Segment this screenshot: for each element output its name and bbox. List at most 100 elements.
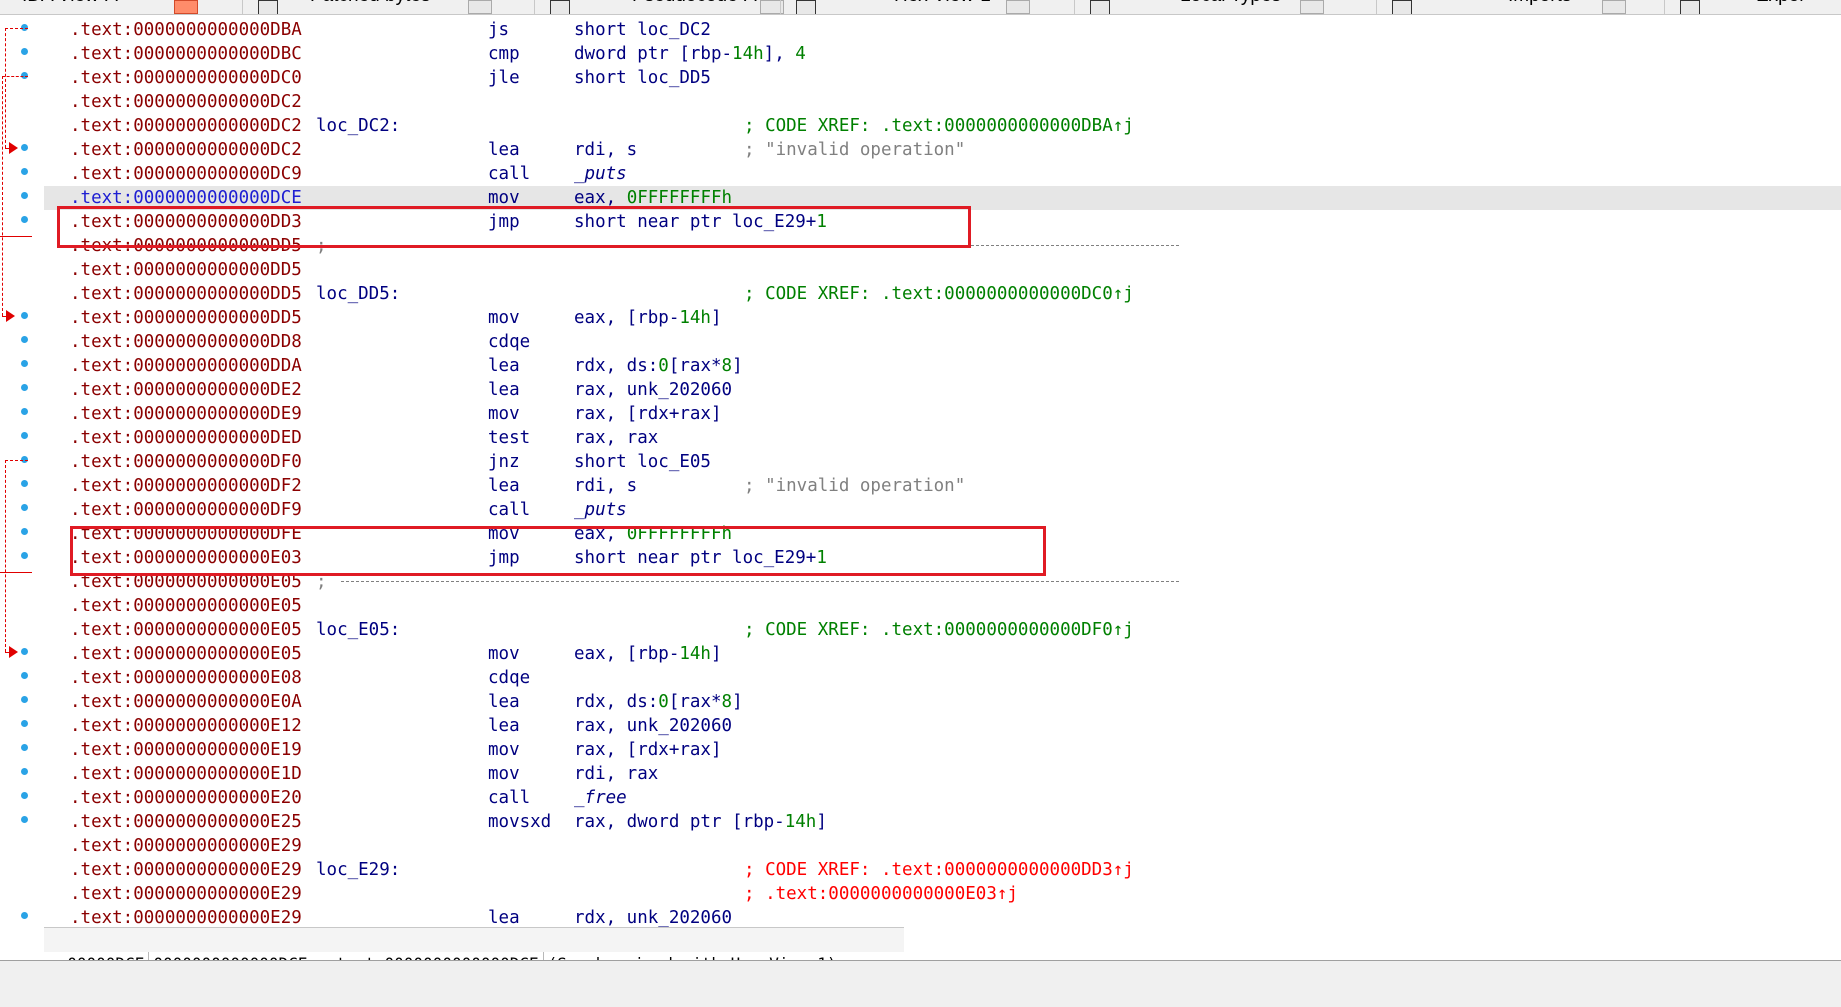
mnemonic[interactable]: mov: [488, 738, 520, 762]
mnemonic[interactable]: cmp: [488, 42, 520, 66]
address[interactable]: .text:0000000000000E1D: [70, 762, 302, 786]
code-label[interactable]: loc_E29:: [316, 858, 400, 882]
mnemonic[interactable]: jnz: [488, 450, 520, 474]
address[interactable]: .text:0000000000000DD5: [70, 282, 302, 306]
operands[interactable]: short loc_E05: [574, 450, 711, 474]
operands[interactable]: _puts: [574, 498, 627, 522]
mnemonic[interactable]: lea: [488, 354, 520, 378]
breakpoint-dot-icon[interactable]: [21, 912, 28, 919]
address[interactable]: .text:0000000000000E12: [70, 714, 302, 738]
address[interactable]: .text:0000000000000E29: [70, 882, 302, 906]
breakpoint-dot-icon[interactable]: [21, 216, 28, 223]
tab-close-icon[interactable]: [1006, 0, 1030, 14]
mnemonic[interactable]: cdqe: [488, 330, 530, 354]
tab-expor[interactable]: Expor: [1670, 0, 1841, 14]
address[interactable]: .text:0000000000000DD5: [70, 258, 302, 282]
breakpoint-dot-icon[interactable]: [21, 312, 28, 319]
code-line[interactable]: .text:0000000000000DF0 jnz short loc_E05: [44, 450, 1841, 474]
code-line[interactable]: .text:0000000000000DDA lea rdx, ds:0[rax*8…: [44, 354, 1841, 378]
breakpoint-dot-icon[interactable]: [21, 720, 28, 727]
mnemonic[interactable]: mov: [488, 642, 520, 666]
code-label-row[interactable]: .text:0000000000000DC2 loc_DC2: ; CODE XRE…: [44, 114, 1841, 138]
tab-close-icon[interactable]: [1602, 0, 1626, 14]
tab-imports[interactable]: Imports: [1382, 0, 1662, 14]
address[interactable]: .text:0000000000000E05: [70, 618, 302, 642]
address[interactable]: .text:0000000000000E29: [70, 834, 302, 858]
breakpoint-dot-icon[interactable]: [21, 648, 28, 655]
address[interactable]: .text:0000000000000DD5: [70, 306, 302, 330]
operands[interactable]: rax, rax: [574, 426, 658, 450]
operands[interactable]: short loc_DC2: [574, 18, 711, 42]
mnemonic[interactable]: jle: [488, 66, 520, 90]
code-line[interactable]: .text:0000000000000DE2 lea rax, unk_202060: [44, 378, 1841, 402]
code-line[interactable]: .text:0000000000000DF9 call _puts: [44, 498, 1841, 522]
breakpoint-dot-icon[interactable]: [21, 432, 28, 439]
breakpoint-dot-icon[interactable]: [21, 144, 28, 151]
code-line[interactable]: .text:0000000000000E29: [44, 834, 1841, 858]
address[interactable]: .text:0000000000000DC2: [70, 90, 302, 114]
address[interactable]: .text:0000000000000E05: [70, 642, 302, 666]
code-line[interactable]: .text:0000000000000E05: [44, 594, 1841, 618]
code-line[interactable]: .text:0000000000000DBC cmp dword ptr [rbp-…: [44, 42, 1841, 66]
address[interactable]: .text:0000000000000E0A: [70, 690, 302, 714]
code-line[interactable]: .text:0000000000000DD5 mov eax, [rbp-14h]: [44, 306, 1841, 330]
tab-patched-bytes[interactable]: Patched bytes: [248, 0, 528, 14]
operands[interactable]: _puts: [574, 162, 627, 186]
address[interactable]: .text:0000000000000DE2: [70, 378, 302, 402]
operands[interactable]: rdx, ds:0[rax*8]: [574, 354, 743, 378]
tab-pseudocode-a[interactable]: Pseudocode-A: [540, 0, 820, 14]
tab-close-icon[interactable]: [468, 0, 492, 14]
address[interactable]: .text:0000000000000DE9: [70, 402, 302, 426]
mnemonic[interactable]: mov: [488, 762, 520, 786]
breakpoint-dot-icon[interactable]: [21, 336, 28, 343]
address[interactable]: .text:0000000000000DBA: [70, 18, 302, 42]
address[interactable]: .text:0000000000000E29: [70, 858, 302, 882]
address[interactable]: .text:0000000000000E25: [70, 810, 302, 834]
code-line[interactable]: .text:0000000000000E12 lea rax, unk_202060: [44, 714, 1841, 738]
mnemonic[interactable]: js: [488, 18, 509, 42]
breakpoint-dot-icon[interactable]: [21, 792, 28, 799]
operands[interactable]: rdi, rax: [574, 762, 658, 786]
code-line[interactable]: .text:0000000000000DE9 mov rax, [rdx+rax]: [44, 402, 1841, 426]
code-line[interactable]: .text:0000000000000E0A lea rdx, ds:0[rax*8…: [44, 690, 1841, 714]
breakpoint-dot-icon[interactable]: [21, 384, 28, 391]
address[interactable]: .text:0000000000000E19: [70, 738, 302, 762]
code-label[interactable]: loc_DD5:: [316, 282, 400, 306]
mnemonic[interactable]: mov: [488, 402, 520, 426]
code-line[interactable]: .text:0000000000000E20 call _free: [44, 786, 1841, 810]
address[interactable]: .text:0000000000000DC2: [70, 138, 302, 162]
code-line[interactable]: .text:0000000000000E05 mov eax, [rbp-14h]: [44, 642, 1841, 666]
address[interactable]: .text:0000000000000E08: [70, 666, 302, 690]
tab-close-icon[interactable]: [1300, 0, 1324, 14]
breakpoint-dot-icon[interactable]: [21, 48, 28, 55]
mnemonic[interactable]: call: [488, 786, 530, 810]
operands[interactable]: short loc_DD5: [574, 66, 711, 90]
operands[interactable]: eax, [rbp-14h]: [574, 642, 722, 666]
code-line[interactable]: .text:0000000000000E08 cdqe: [44, 666, 1841, 690]
address[interactable]: .text:0000000000000DC0: [70, 66, 302, 90]
code-line[interactable]: .text:0000000000000E1D mov rdi, rax: [44, 762, 1841, 786]
breakpoint-dot-icon[interactable]: [21, 408, 28, 415]
code-line[interactable]: .text:0000000000000E25 movsxd rax, dword p…: [44, 810, 1841, 834]
code-line[interactable]: .text:0000000000000DC0 jle short loc_DD5: [44, 66, 1841, 90]
code-line[interactable]: .text:0000000000000DC2 lea rdi, s ; "invali…: [44, 138, 1841, 162]
code-line[interactable]: .text:0000000000000DBA js short loc_DC2: [44, 18, 1841, 42]
address[interactable]: .text:0000000000000DBC: [70, 42, 302, 66]
address[interactable]: .text:0000000000000DF0: [70, 450, 302, 474]
code-line[interactable]: .text:0000000000000DC9 call _puts: [44, 162, 1841, 186]
code-line[interactable]: .text:0000000000000DF2 lea rdi, s ; "invali…: [44, 474, 1841, 498]
operands[interactable]: rdi, s: [574, 474, 637, 498]
operands[interactable]: rax, unk_202060: [574, 378, 732, 402]
breakpoint-dot-icon[interactable]: [21, 672, 28, 679]
address[interactable]: .text:0000000000000DDA: [70, 354, 302, 378]
operands[interactable]: rax, unk_202060: [574, 714, 732, 738]
breakpoint-dot-icon[interactable]: [21, 528, 28, 535]
breakpoint-dot-icon[interactable]: [21, 192, 28, 199]
code-label-row[interactable]: .text:0000000000000E05 loc_E05: ; CODE XRE…: [44, 618, 1841, 642]
breakpoint-dot-icon[interactable]: [21, 504, 28, 511]
breakpoint-dot-icon[interactable]: [21, 744, 28, 751]
address[interactable]: .text:0000000000000DD8: [70, 330, 302, 354]
mnemonic[interactable]: lea: [488, 714, 520, 738]
mnemonic[interactable]: call: [488, 162, 530, 186]
code-label[interactable]: loc_E05:: [316, 618, 400, 642]
